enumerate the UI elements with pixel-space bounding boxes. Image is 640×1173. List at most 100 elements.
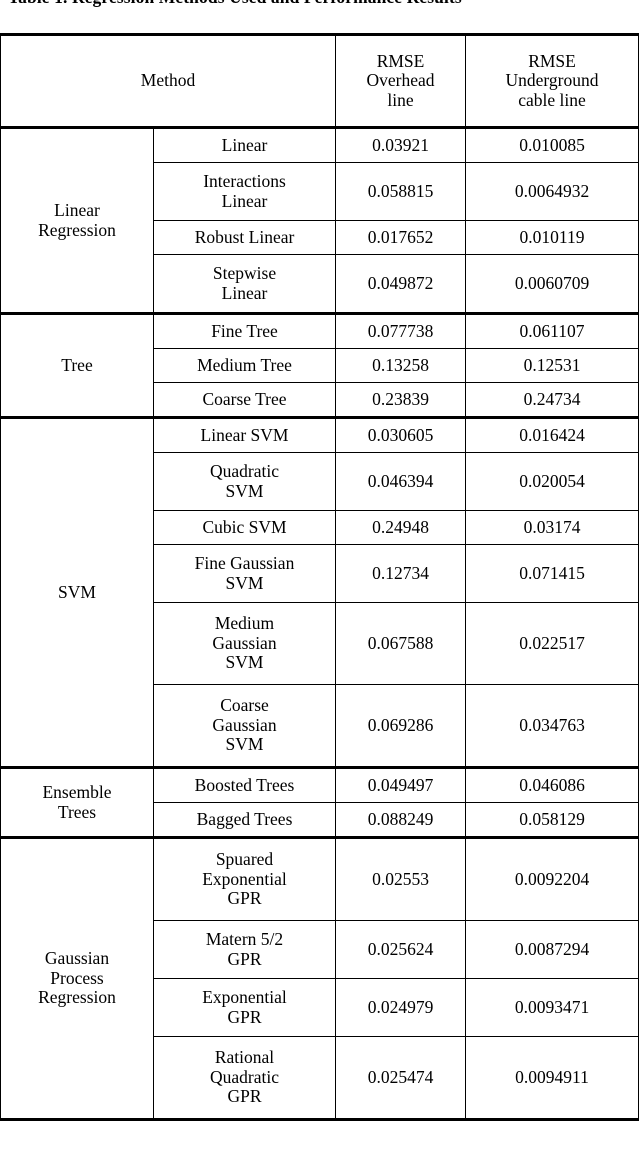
rmse-underground-value: 0.0093471 bbox=[465, 978, 640, 1037]
method-name-line2: Gaussian bbox=[212, 632, 277, 653]
rmse-underground-value: 0.061107 bbox=[465, 312, 640, 349]
method-name: Medium Gaussian SVM bbox=[152, 602, 337, 685]
method-name-line1: Rational bbox=[214, 1047, 275, 1068]
method-name-line2: GPR bbox=[227, 948, 262, 969]
rmse-overhead-value: 0.017652 bbox=[335, 220, 467, 255]
rmse-underground-value: 0.016424 bbox=[465, 416, 640, 453]
group-label-line3: Regression bbox=[38, 987, 116, 1008]
method-name: Matern 5/2 GPR bbox=[152, 920, 337, 979]
group-label-line1: Gaussian bbox=[44, 948, 110, 969]
rmse-underground-value: 0.022517 bbox=[465, 602, 640, 685]
rmse-underground-value: 0.0094911 bbox=[465, 1036, 640, 1121]
method-name-line2: Quadratic bbox=[210, 1066, 279, 1087]
method-name: Fine Gaussian SVM bbox=[152, 544, 337, 603]
group-label-line2: Process bbox=[50, 967, 104, 988]
rmse-underground-value: 0.034763 bbox=[465, 684, 640, 768]
method-name-line1: Medium bbox=[214, 613, 275, 634]
rmse-overhead-value: 0.24948 bbox=[335, 510, 467, 545]
table-row: Ensemble Trees Boosted Trees 0.049497 0.… bbox=[0, 766, 640, 838]
method-name-line3: SVM bbox=[225, 734, 264, 755]
method-name-line1: Exponential bbox=[202, 986, 287, 1007]
rmse-overhead-value: 0.088249 bbox=[335, 802, 467, 838]
rmse-underground-value: 0.12531 bbox=[465, 348, 640, 383]
rmse-overhead-value: 0.067588 bbox=[335, 602, 467, 685]
method-name: Linear SVM bbox=[152, 416, 337, 453]
rmse-underground-value: 0.020054 bbox=[465, 452, 640, 511]
header-rmse-underground-line3: cable line bbox=[518, 89, 586, 110]
rmse-overhead-value: 0.02553 bbox=[335, 836, 467, 921]
rmse-underground-value: 0.0087294 bbox=[465, 920, 640, 979]
method-name: Spuared Exponential GPR bbox=[152, 836, 337, 921]
group-label-line1: Linear bbox=[54, 199, 100, 220]
header-rmse-underground: RMSE Underground cable line bbox=[465, 34, 640, 129]
group-label-linear-regression: Linear Regression bbox=[0, 126, 154, 314]
table-row: Gaussian Process Regression Spuared Expo… bbox=[0, 836, 640, 1120]
header-rmse-overhead: RMSE Overhead line bbox=[335, 34, 467, 129]
method-name-line1: Spuared bbox=[215, 849, 274, 870]
method-name-line1: Coarse bbox=[220, 695, 269, 716]
rmse-overhead-value: 0.046394 bbox=[335, 452, 467, 511]
method-name: Fine Tree bbox=[152, 312, 337, 349]
group-label-svm: SVM bbox=[0, 416, 154, 768]
table-caption-clip: Table 1. Regression Methods Used and Per… bbox=[0, 0, 640, 22]
method-name-line1: Matern 5/2 bbox=[205, 928, 284, 949]
rmse-overhead-value: 0.030605 bbox=[335, 416, 467, 453]
header-rmse-underground-line2: Underground bbox=[505, 70, 599, 91]
group-label-gaussian-process-regression: Gaussian Process Regression bbox=[0, 836, 154, 1120]
method-name: Interactions Linear bbox=[152, 162, 337, 221]
method-name: Boosted Trees bbox=[152, 766, 337, 803]
group-label-ensemble-trees: Ensemble Trees bbox=[0, 766, 154, 838]
rmse-overhead-value: 0.077738 bbox=[335, 312, 467, 349]
method-name-line2: SVM bbox=[225, 572, 264, 593]
header-method: Method bbox=[0, 34, 337, 129]
method-name-line1: Interactions bbox=[203, 170, 286, 191]
rmse-underground-value: 0.0060709 bbox=[465, 254, 640, 314]
rmse-underground-value: 0.071415 bbox=[465, 544, 640, 603]
rmse-underground-value: 0.046086 bbox=[465, 766, 640, 803]
rmse-overhead-value: 0.025624 bbox=[335, 920, 467, 979]
header-rmse-underground-line1: RMSE bbox=[528, 50, 576, 71]
rmse-underground-value: 0.24734 bbox=[465, 382, 640, 418]
table-row: Tree Fine Tree 0.077738 0.061107 bbox=[0, 312, 640, 418]
method-name: Coarse Tree bbox=[152, 382, 337, 418]
group-label-tree: Tree bbox=[0, 312, 154, 418]
results-table-container: Method RMSE Overhead line RMSE Undergrou… bbox=[0, 33, 640, 1121]
regression-results-table: Method RMSE Overhead line RMSE Undergrou… bbox=[0, 33, 640, 1121]
method-name-line3: GPR bbox=[227, 888, 262, 909]
method-name-line1: Fine Gaussian bbox=[194, 552, 295, 573]
rmse-overhead-value: 0.049872 bbox=[335, 254, 467, 314]
group-label-line2: Regression bbox=[38, 219, 116, 240]
rmse-underground-value: 0.010085 bbox=[465, 126, 640, 163]
rmse-underground-value: 0.0064932 bbox=[465, 162, 640, 221]
rmse-overhead-value: 0.025474 bbox=[335, 1036, 467, 1121]
method-name-line2: GPR bbox=[227, 1006, 262, 1027]
rmse-underground-value: 0.058129 bbox=[465, 802, 640, 838]
method-name: Cubic SVM bbox=[152, 510, 337, 545]
method-name-line2: Linear bbox=[221, 190, 268, 211]
table-caption: Table 1. Regression Methods Used and Per… bbox=[8, 0, 640, 8]
method-name: Coarse Gaussian SVM bbox=[152, 684, 337, 768]
method-name: Exponential GPR bbox=[152, 978, 337, 1037]
table-row: SVM Linear SVM 0.030605 0.016424 bbox=[0, 416, 640, 768]
method-name-line1: Quadratic bbox=[210, 460, 279, 481]
method-name-line2: Exponential bbox=[202, 868, 287, 889]
group-label-line1: Ensemble bbox=[42, 781, 112, 802]
rmse-overhead-value: 0.069286 bbox=[335, 684, 467, 768]
rmse-underground-value: 0.010119 bbox=[465, 220, 640, 255]
table-header-row: Method RMSE Overhead line RMSE Undergrou… bbox=[0, 34, 640, 129]
method-name-line2: Gaussian bbox=[212, 714, 277, 735]
header-rmse-overhead-line1: RMSE bbox=[376, 50, 425, 71]
header-rmse-overhead-line2: Overhead bbox=[366, 70, 435, 91]
rmse-overhead-value: 0.13258 bbox=[335, 348, 467, 383]
method-name: Rational Quadratic GPR bbox=[152, 1036, 337, 1121]
method-name-line3: GPR bbox=[227, 1086, 262, 1107]
rmse-overhead-value: 0.23839 bbox=[335, 382, 467, 418]
table-row: Linear Regression Linear 0.03921 0.01008… bbox=[0, 126, 640, 314]
method-name-line2: SVM bbox=[225, 480, 264, 501]
rmse-overhead-value: 0.049497 bbox=[335, 766, 467, 803]
method-name: Linear bbox=[152, 126, 337, 163]
rmse-overhead-value: 0.03921 bbox=[335, 126, 467, 163]
method-name: Bagged Trees bbox=[152, 802, 337, 838]
method-name-line1: Stepwise bbox=[212, 262, 277, 283]
method-name-line2: Linear bbox=[221, 282, 268, 303]
